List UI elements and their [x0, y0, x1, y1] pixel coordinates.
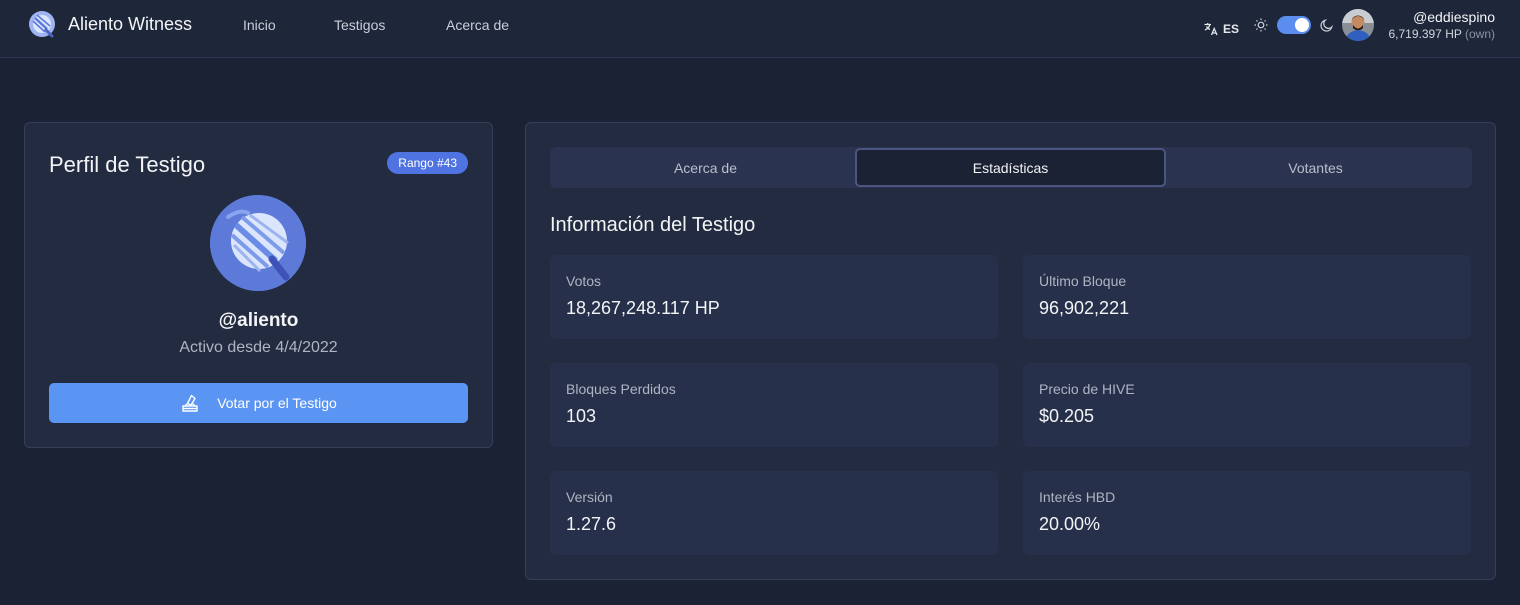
stat-label: Interés HBD [1039, 489, 1116, 505]
user-hp-value: 6,719.397 HP [1388, 27, 1462, 41]
stat-card-bloques-perdidos: Bloques Perdidos 103 [550, 363, 998, 447]
nav-link-acerca-de[interactable]: Acerca de [446, 17, 509, 33]
stat-value: 96,902,221 [1039, 298, 1130, 318]
profile-title: Perfil de Testigo [49, 152, 206, 177]
user-avatar[interactable] [1342, 9, 1374, 41]
witness-details-card: Acerca de Estadísticas Votantes Informac… [525, 122, 1496, 580]
stat-value: 103 [566, 406, 597, 426]
user-hp-own: (own) [1464, 27, 1495, 41]
stat-label: Bloques Perdidos [566, 381, 676, 397]
stat-value: 1.27.6 [566, 514, 617, 534]
language-selector[interactable]: ES [1203, 0, 1239, 58]
top-navbar: Aliento Witness Inicio Testigos Acerca d… [0, 0, 1520, 58]
vote-witness-button[interactable]: Votar por el Testigo [49, 383, 468, 423]
stat-label: Precio de HIVE [1039, 381, 1135, 397]
stat-card-ultimo-bloque: Último Bloque 96,902,221 [1023, 255, 1471, 339]
language-code: ES [1223, 22, 1240, 36]
witness-avatar [210, 195, 306, 291]
user-name: @eddiespino [1413, 9, 1495, 25]
witness-name: @aliento [218, 310, 299, 331]
tab-acerca-de[interactable]: Acerca de [550, 147, 861, 188]
nav-link-testigos[interactable]: Testigos [334, 17, 385, 33]
stat-label: Versión [566, 489, 613, 505]
aliento-logo-icon [29, 11, 55, 38]
stat-value: $0.205 [1039, 406, 1095, 426]
rank-badge: Rango #43 [387, 152, 468, 174]
stat-card-votos: Votos 18,267,248.117 HP [550, 255, 998, 339]
sun-icon [1254, 18, 1268, 32]
stat-label: Último Bloque [1039, 273, 1127, 289]
tab-bar: Acerca de Estadísticas Votantes [550, 147, 1472, 188]
stat-label: Votos [566, 273, 602, 289]
translate-icon [1204, 23, 1218, 36]
moon-icon [1320, 19, 1333, 32]
theme-toggle[interactable] [1277, 16, 1311, 34]
brand-link[interactable]: Aliento Witness [27, 9, 192, 39]
vote-witness-label: Votar por el Testigo [217, 395, 337, 411]
witness-logo-icon [210, 195, 306, 291]
section-title: Información del Testigo [550, 214, 756, 236]
user-avatar-icon [1342, 9, 1374, 41]
witness-active-since: Activo desde 4/4/2022 [179, 339, 338, 356]
stat-card-interes-hbd: Interés HBD 20.00% [1023, 471, 1471, 555]
theme-toggle-knob [1295, 18, 1309, 32]
tab-estadisticas[interactable]: Estadísticas [855, 148, 1166, 187]
user-hp: 6,719.397 HP (own) [1388, 27, 1495, 41]
user-info[interactable]: @eddiespino 6,719.397 HP (own) [1388, 9, 1495, 41]
tab-votantes[interactable]: Votantes [1160, 147, 1471, 188]
stat-value: 18,267,248.117 HP [566, 298, 720, 318]
brand-name: Aliento Witness [68, 13, 193, 34]
ballot-box-icon [182, 394, 198, 412]
stat-card-precio-hive: Precio de HIVE $0.205 [1023, 363, 1471, 447]
stat-value: 20.00% [1039, 514, 1101, 534]
stat-card-version: Versión 1.27.6 [550, 471, 998, 555]
witness-profile-card: Perfil de Testigo Rango #43 @aliento Act… [24, 122, 493, 448]
nav-link-inicio[interactable]: Inicio [243, 17, 276, 33]
